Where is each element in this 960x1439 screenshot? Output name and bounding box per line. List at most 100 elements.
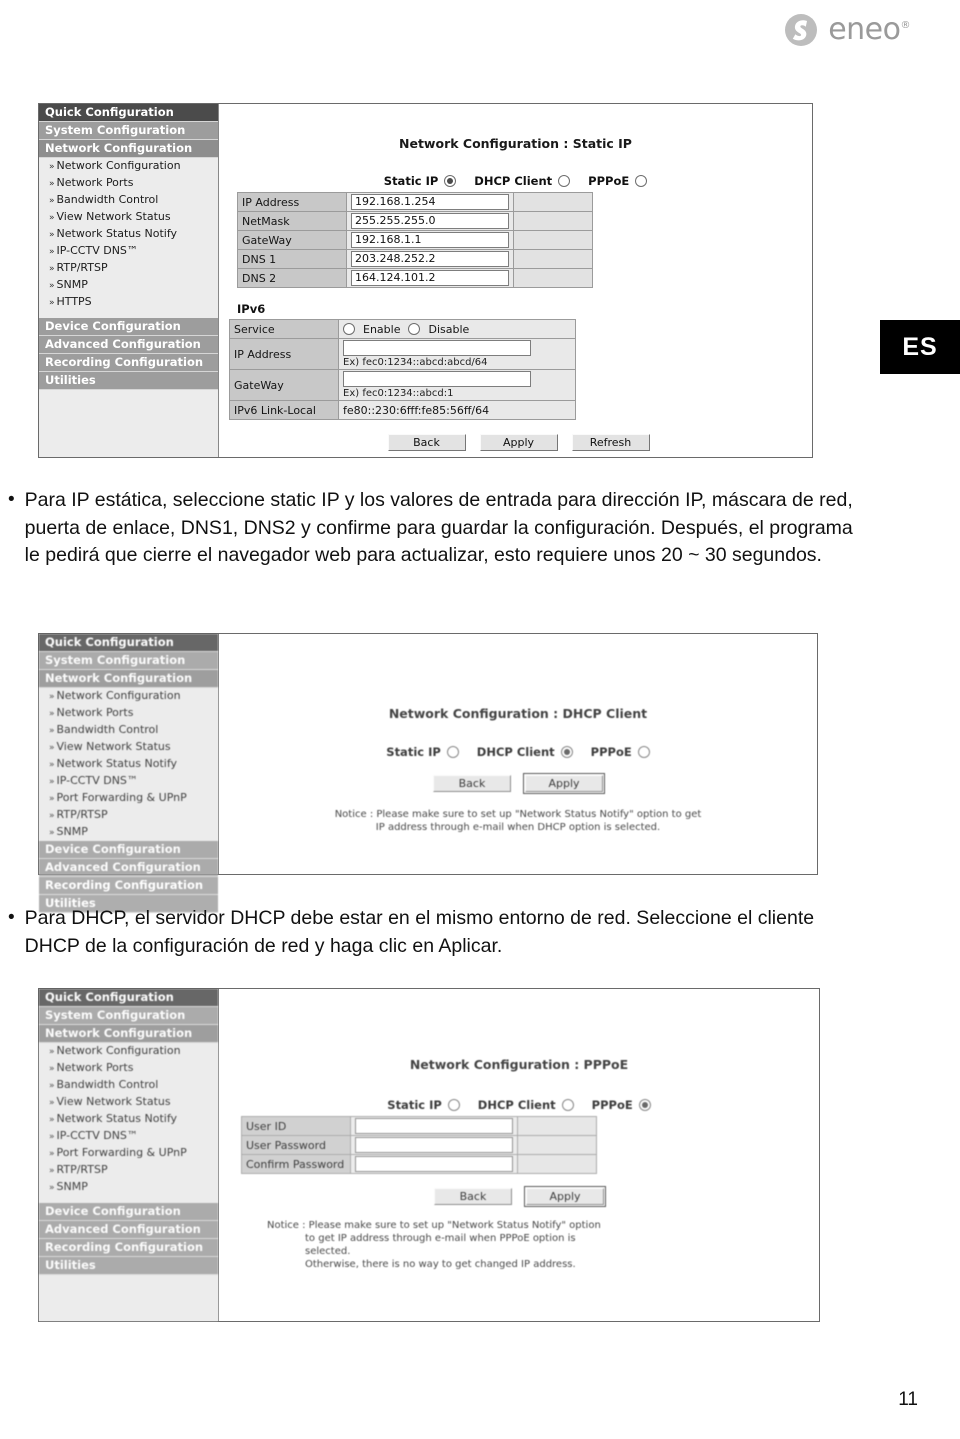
- chevron-right-icon: »: [49, 1149, 54, 1159]
- mode-option-dhcp-client[interactable]: DHCP Client: [477, 745, 573, 759]
- radio-pppoe[interactable]: [637, 746, 650, 758]
- ui-sidebar: Quick Configuration System Configuration…: [39, 634, 219, 913]
- radio-ipv6-enable[interactable]: [343, 323, 355, 335]
- sidebar-item-network-status-notify[interactable]: » Network Status Notify: [39, 226, 218, 243]
- input-user-id[interactable]: [355, 1118, 513, 1134]
- radio-dhcp-client[interactable]: [558, 175, 571, 187]
- mode-option-dhcp-client[interactable]: DHCP Client: [478, 1098, 574, 1112]
- sidebar-item-label: SNMP: [56, 1180, 88, 1193]
- mode-option-pppoe[interactable]: PPPoE: [592, 1098, 651, 1112]
- radio-static-ip[interactable]: [447, 1099, 460, 1111]
- chevron-right-icon: »: [49, 692, 54, 702]
- input-ipv6-gateway[interactable]: [343, 371, 531, 387]
- radio-pppoe[interactable]: [635, 175, 648, 187]
- mode-label: DHCP Client: [474, 174, 553, 188]
- sidebar-item-recording-configuration[interactable]: Recording Configuration: [39, 354, 218, 372]
- apply-button[interactable]: Apply: [523, 773, 605, 794]
- input-dns2[interactable]: 164.124.101.2: [351, 270, 509, 286]
- sidebar-item-rtp-rtsp[interactable]: » RTP/RTSP: [39, 260, 218, 277]
- input-netmask[interactable]: 255.255.255.0: [351, 213, 509, 229]
- sidebar-item-utilities[interactable]: Utilities: [39, 372, 218, 390]
- radio-static-ip[interactable]: [444, 175, 457, 187]
- sidebar-item-rtp-rtsp[interactable]: » RTP/RTSP: [39, 807, 218, 824]
- sidebar-item-utilities[interactable]: Utilities: [39, 1257, 218, 1275]
- mode-label: DHCP Client: [477, 1098, 556, 1112]
- apply-button[interactable]: Apply: [479, 434, 558, 451]
- sidebar-item-advanced-configuration[interactable]: Advanced Configuration: [39, 336, 218, 354]
- notice-line: IP address through e-mail when DHCP opti…: [375, 822, 661, 833]
- sidebar-item-label: RTP/RTSP: [56, 261, 108, 274]
- sidebar-header-system-configuration[interactable]: System Configuration: [39, 122, 218, 140]
- sidebar-item-ip-cctv-dns[interactable]: » IP-CCTV DNS™: [39, 243, 218, 260]
- sidebar-item-bandwidth-control[interactable]: » Bandwidth Control: [39, 192, 218, 209]
- sidebar-item-view-network-status[interactable]: » View Network Status: [39, 1094, 218, 1111]
- radio-ipv6-disable[interactable]: [408, 323, 421, 335]
- back-button[interactable]: Back: [434, 1188, 512, 1205]
- sidebar-item-advanced-configuration[interactable]: Advanced Configuration: [39, 1221, 218, 1239]
- sidebar-item-label: IP-CCTV DNS™: [56, 244, 138, 257]
- sidebar-item-snmp[interactable]: » SNMP: [39, 824, 218, 841]
- registered-mark: ®: [900, 20, 911, 31]
- sidebar-item-network-ports[interactable]: » Network Ports: [39, 1060, 218, 1077]
- input-dns1[interactable]: 203.248.252.2: [351, 251, 509, 267]
- refresh-button[interactable]: Refresh: [571, 434, 650, 451]
- sidebar-item-ip-cctv-dns[interactable]: » IP-CCTV DNS™: [39, 1128, 218, 1145]
- radio-pppoe[interactable]: [638, 1099, 651, 1111]
- sidebar-item-network-status-notify[interactable]: » Network Status Notify: [39, 1111, 218, 1128]
- table-row: DNS 1 203.248.252.2: [237, 249, 593, 269]
- sidebar-item-ip-cctv-dns[interactable]: » IP-CCTV DNS™: [39, 773, 218, 790]
- ipv6-section-heading: IPv6: [237, 302, 266, 316]
- input-gateway[interactable]: 192.168.1.1: [351, 232, 509, 248]
- back-button[interactable]: Back: [433, 775, 511, 792]
- sidebar-item-snmp[interactable]: » SNMP: [39, 277, 218, 294]
- mode-option-static-ip[interactable]: Static IP: [386, 745, 459, 759]
- mode-option-dhcp-client[interactable]: DHCP Client: [474, 174, 571, 188]
- sidebar-item-device-configuration[interactable]: Device Configuration: [39, 1203, 218, 1221]
- radio-static-ip[interactable]: [446, 746, 459, 758]
- sidebar-item-device-configuration[interactable]: Device Configuration: [39, 318, 218, 336]
- sidebar-item-rtp-rtsp[interactable]: » RTP/RTSP: [39, 1162, 218, 1179]
- radio-dhcp-client[interactable]: [560, 746, 573, 758]
- sidebar-header-system-configuration[interactable]: System Configuration: [39, 652, 218, 670]
- sidebar-item-advanced-configuration[interactable]: Advanced Configuration: [39, 859, 218, 877]
- sidebar-item-recording-configuration[interactable]: Recording Configuration: [39, 1239, 218, 1257]
- sidebar-item-label: View Network Status: [56, 210, 171, 223]
- sidebar-header-quick-configuration[interactable]: Quick Configuration: [39, 634, 218, 652]
- apply-button[interactable]: Apply: [524, 1186, 606, 1207]
- radio-dhcp-client[interactable]: [561, 1099, 574, 1111]
- sidebar-header-system-configuration[interactable]: System Configuration: [39, 1007, 218, 1025]
- sidebar-item-https[interactable]: » HTTPS: [39, 294, 218, 311]
- mode-option-pppoe[interactable]: PPPoE: [588, 174, 648, 188]
- input-ip-address[interactable]: 192.168.1.254: [351, 194, 509, 210]
- mode-option-static-ip[interactable]: Static IP: [384, 174, 457, 188]
- sidebar-item-view-network-status[interactable]: » View Network Status: [39, 739, 218, 756]
- table-spacer-cell: [517, 1135, 597, 1155]
- mode-option-static-ip[interactable]: Static IP: [387, 1098, 460, 1112]
- sidebar-item-bandwidth-control[interactable]: » Bandwidth Control: [39, 1077, 218, 1094]
- sidebar-item-port-forwarding-upnp[interactable]: » Port Forwarding & UPnP: [39, 1145, 218, 1162]
- sidebar-item-network-configuration[interactable]: » Network Configuration: [39, 158, 218, 175]
- sidebar-header-quick-configuration[interactable]: Quick Configuration: [39, 104, 218, 122]
- sidebar-item-network-status-notify[interactable]: » Network Status Notify: [39, 756, 218, 773]
- sidebar-item-device-configuration[interactable]: Device Configuration: [39, 841, 218, 859]
- sidebar-item-label: Network Configuration: [56, 159, 181, 172]
- sidebar-header-quick-configuration[interactable]: Quick Configuration: [39, 989, 218, 1007]
- input-user-password[interactable]: [355, 1137, 513, 1153]
- sidebar-item-port-forwarding-upnp[interactable]: » Port Forwarding & UPnP: [39, 790, 218, 807]
- chevron-right-icon: »: [49, 1183, 54, 1193]
- sidebar-item-network-ports[interactable]: » Network Ports: [39, 705, 218, 722]
- input-confirm-password[interactable]: [355, 1156, 513, 1172]
- sidebar-header-network-configuration[interactable]: Network Configuration: [39, 1025, 218, 1043]
- input-ipv6-ip-address[interactable]: [343, 340, 531, 356]
- sidebar-item-network-configuration[interactable]: » Network Configuration: [39, 1043, 218, 1060]
- sidebar-header-network-configuration[interactable]: Network Configuration: [39, 670, 218, 688]
- back-button[interactable]: Back: [387, 434, 466, 451]
- sidebar-item-network-ports[interactable]: » Network Ports: [39, 175, 218, 192]
- sidebar-item-recording-configuration[interactable]: Recording Configuration: [39, 877, 218, 895]
- sidebar-item-bandwidth-control[interactable]: » Bandwidth Control: [39, 722, 218, 739]
- sidebar-header-network-configuration[interactable]: Network Configuration: [39, 140, 218, 158]
- mode-option-pppoe[interactable]: PPPoE: [591, 745, 650, 759]
- sidebar-item-network-configuration[interactable]: » Network Configuration: [39, 688, 218, 705]
- sidebar-item-view-network-status[interactable]: » View Network Status: [39, 209, 218, 226]
- sidebar-item-snmp[interactable]: » SNMP: [39, 1179, 218, 1196]
